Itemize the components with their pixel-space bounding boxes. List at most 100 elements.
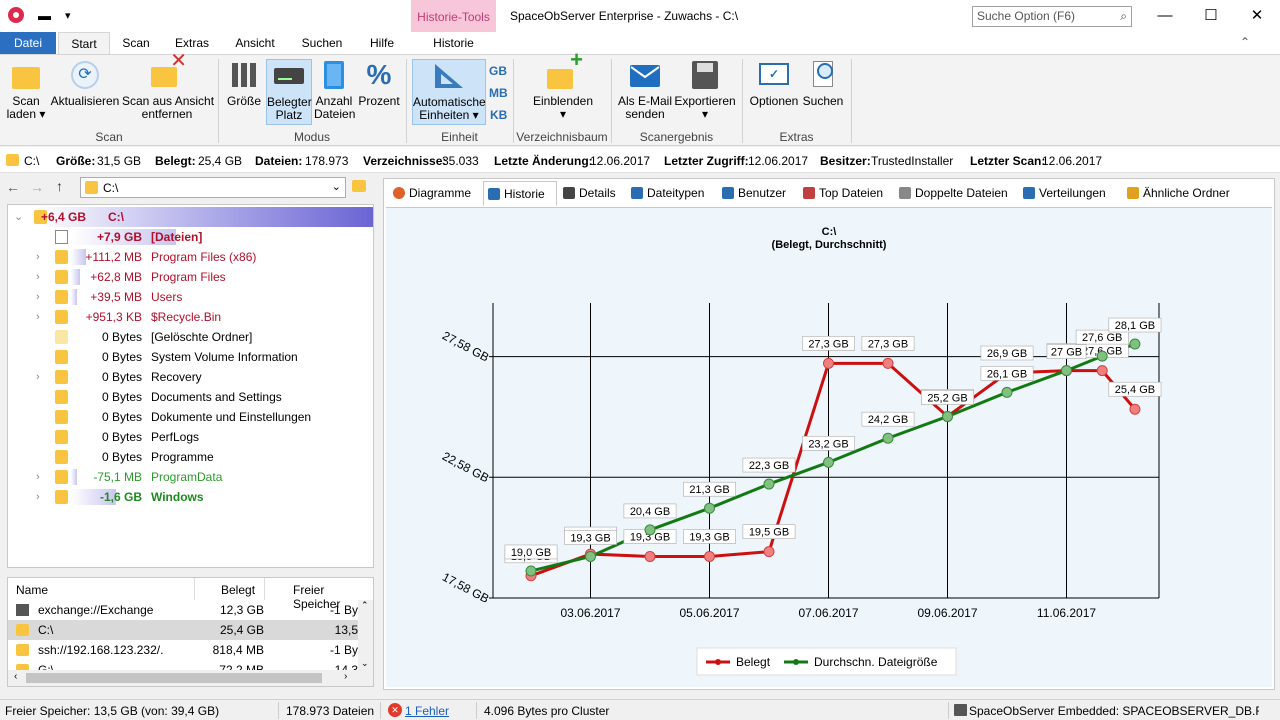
scan-laden-button[interactable]: Scan laden ▾	[4, 59, 48, 121]
tree-row[interactable]: › 0 Bytes Recovery	[8, 367, 373, 387]
tab-ähnliche-ordner[interactable]: Ähnliche Ordner	[1123, 181, 1243, 206]
unit-kb-button[interactable]: KB	[490, 108, 507, 122]
maximize-button[interactable]: ☐	[1188, 0, 1234, 32]
tab-diagramme[interactable]: Diagramme	[389, 181, 481, 206]
expand-icon[interactable]: ›	[36, 467, 40, 487]
data-label: 25,4 GB	[1115, 384, 1155, 396]
tab-top-dateien[interactable]: Top Dateien	[799, 181, 894, 206]
tree-name: System Volume Information	[151, 350, 298, 364]
tab-benutzer[interactable]: Benutzer	[718, 181, 798, 206]
folder-icon	[10, 59, 42, 91]
tree-row[interactable]: › +62,8 MB Program Files	[8, 267, 373, 287]
expand-icon[interactable]: ›	[36, 287, 40, 307]
chevron-down-icon[interactable]: ⌄	[332, 180, 341, 193]
unit-mb-button[interactable]: MB	[489, 86, 508, 100]
back-icon[interactable]: ←	[6, 179, 20, 195]
tab-ansicht[interactable]: Ansicht	[224, 32, 286, 54]
tree-row[interactable]: › -1,6 GB Windows	[8, 487, 373, 507]
tree-row[interactable]: › +951,3 KB $Recycle.Bin	[8, 307, 373, 327]
tree-row[interactable]: 0 Bytes Documents and Settings	[8, 387, 373, 407]
exportieren-label: Exportieren ▾	[674, 94, 736, 121]
path-combobox[interactable]: C:\ ⌄	[80, 177, 346, 198]
view-tabs: Diagramme Historie Details Dateitypen Benutz…	[383, 178, 1275, 206]
info-besitzer: TrustedInstaller	[871, 154, 954, 168]
tree-size: +39,5 MB	[90, 290, 142, 304]
vertical-scrollbar[interactable]: ⌃ ⌄	[358, 600, 373, 670]
expand-icon[interactable]: ›	[36, 487, 40, 507]
horizontal-scrollbar[interactable]: ‹ ›	[8, 670, 373, 686]
close-button[interactable]: ✕	[1234, 0, 1280, 32]
tree-row[interactable]: 0 Bytes Dokumente und Einstellungen	[8, 407, 373, 427]
x-tick-label: 07.06.2017	[798, 606, 858, 620]
expand-icon[interactable]: ›	[36, 367, 40, 387]
col-belegt-header[interactable]: Belegt	[221, 583, 255, 597]
automatische-einheiten-button[interactable]: Automatische Einheiten ▾	[412, 59, 486, 125]
forward-icon[interactable]: →	[30, 179, 44, 195]
list-item[interactable]: ssh://192.168.123.232/. 818,4 MB -1 By	[8, 640, 358, 660]
tree-row[interactable]: 0 Bytes [Gelöschte Ordner]	[8, 327, 373, 347]
tree-row[interactable]: 0 Bytes System Volume Information	[8, 347, 373, 367]
als-email-senden-button[interactable]: Als E-Mail senden	[616, 59, 674, 121]
tab-doppelte-dateien[interactable]: Doppelte Dateien	[895, 181, 1018, 206]
aktualisieren-button[interactable]: ⟳ Aktualisieren	[50, 59, 120, 108]
tree-row[interactable]: 0 Bytes Programme	[8, 447, 373, 467]
up-icon[interactable]: ↑	[56, 178, 63, 194]
tab-historie[interactable]: Historie	[411, 32, 496, 54]
expand-icon[interactable]: ›	[36, 247, 40, 267]
tree-row[interactable]: › +39,5 MB Users	[8, 287, 373, 307]
list-item[interactable]: C:\ 25,4 GB 13,5	[8, 620, 358, 640]
exportieren-button[interactable]: Exportieren ▾	[674, 59, 736, 121]
scan-entfernen-button[interactable]: ✕ Scan aus Ansicht entfernen	[122, 51, 214, 121]
tree-root-row[interactable]: ⌄ +6,4 GB C:\	[8, 207, 373, 227]
search-option-input[interactable]: Suche Option (F6) ⌕	[972, 6, 1132, 27]
tab-start[interactable]: Start	[58, 32, 110, 54]
minimize-button[interactable]: —	[1142, 0, 1188, 32]
expand-icon[interactable]: ›	[36, 307, 40, 327]
als-email-senden-label: Als E-Mail senden	[617, 94, 672, 121]
data-label: 19,3 GB	[570, 532, 610, 544]
x-tick-label: 05.06.2017	[679, 606, 739, 620]
tab-details[interactable]: Details	[559, 181, 625, 206]
tab-dateitypen[interactable]: Dateitypen	[627, 181, 717, 206]
unit-gb-button[interactable]: GB	[489, 64, 507, 78]
column-divider	[264, 578, 265, 600]
data-label: 27 GB	[1051, 347, 1082, 359]
info-belegt: 25,4 GB	[198, 154, 243, 168]
status-error-link[interactable]: 1 Fehler	[405, 704, 449, 718]
list-free: 13,5	[334, 623, 358, 637]
data-point	[1129, 338, 1141, 350]
suchen-button[interactable]: Suchen	[802, 59, 844, 108]
prozent-button[interactable]: % Prozent	[356, 59, 402, 108]
expand-icon[interactable]: ›	[36, 267, 40, 287]
tab-historie[interactable]: Historie	[483, 181, 557, 206]
col-name-header[interactable]: Name	[16, 583, 48, 597]
optionen-button[interactable]: ✓ Optionen	[746, 59, 802, 108]
list-item[interactable]: G:\ 72,2 MB 14,3	[8, 660, 358, 670]
customize-quick-icon[interactable]: ▾	[65, 9, 71, 22]
folder-tree[interactable]: ⌄ +6,4 GB C:\ +7,9 GB [Dateien] › +111,2 MB Pro…	[7, 204, 374, 568]
tab-hilfe[interactable]: Hilfe	[358, 32, 406, 54]
groesse-button[interactable]: Größe	[224, 59, 264, 108]
quick-access-toolbar: ▬ ▾	[8, 7, 71, 23]
x-tick-label: 09.06.2017	[917, 606, 977, 620]
list-item[interactable]: exchange://Exchange 12,3 GB -1 By	[8, 600, 358, 620]
tree-row[interactable]: › +111,2 MB Program Files (x86)	[8, 247, 373, 267]
belegter-platz-button[interactable]: Belegter Platz	[266, 59, 312, 125]
info-scan: 12.06.2017	[1042, 154, 1103, 168]
mail-icon	[629, 59, 661, 91]
tree-row[interactable]: › -75,1 MB ProgramData	[8, 467, 373, 487]
collapse-ribbon-icon[interactable]: ⌃	[1240, 35, 1250, 49]
data-point	[882, 432, 894, 444]
einblenden-button[interactable]: + Einblenden ▾	[528, 49, 598, 121]
folder-history-icon[interactable]	[352, 180, 368, 194]
tree-row[interactable]: 0 Bytes PerfLogs	[8, 427, 373, 447]
tab-suchen[interactable]: Suchen	[290, 32, 354, 54]
tree-row[interactable]: +7,9 GB [Dateien]	[8, 227, 373, 247]
save-quick-icon[interactable]: ▬	[38, 8, 51, 23]
tab-scan[interactable]: Scan	[112, 32, 160, 54]
app-icon[interactable]	[8, 7, 24, 23]
tab-datei[interactable]: Datei	[0, 32, 56, 54]
groesse-label: Größe	[226, 94, 261, 108]
anzahl-dateien-button[interactable]: Anzahl Dateien	[314, 59, 355, 121]
tab-verteilungen[interactable]: Verteilungen	[1019, 181, 1122, 206]
